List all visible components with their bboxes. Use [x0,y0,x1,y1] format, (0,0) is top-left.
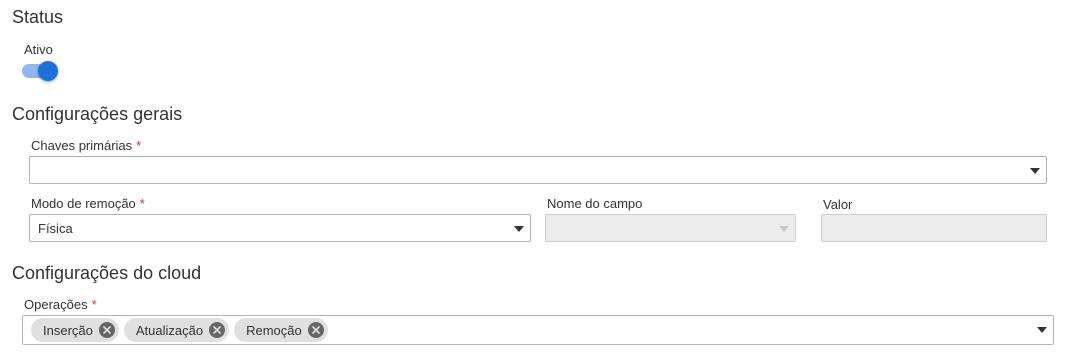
close-icon[interactable] [98,322,115,338]
required-marker: * [91,297,97,312]
chevron-down-icon [514,226,524,232]
chip-remocao: Remoção [234,318,328,342]
chip-insercao: Inserção [31,318,119,342]
chip-atualizacao: Atualização [123,318,230,342]
removal-mode-select[interactable]: Física [29,214,531,242]
operations-multiselect[interactable]: Inserção Atualização Remoção [22,315,1054,345]
chevron-down-icon [779,226,789,232]
required-marker: * [139,196,145,211]
required-marker: * [136,138,142,153]
cloud-section-title: Configurações do cloud [12,263,202,283]
active-toggle-label: Ativo [24,42,53,57]
primary-keys-select[interactable] [29,156,1047,184]
primary-keys-label: Chaves primárias * [31,138,142,153]
chip-label: Remoção [246,322,302,338]
field-name-select[interactable] [545,214,796,242]
operations-chip-list: Inserção Atualização Remoção [31,318,328,342]
toggle-thumb [38,61,58,81]
chip-label: Inserção [43,322,93,338]
removal-mode-value: Física [38,221,73,236]
value-label: Valor [823,197,853,212]
field-name-label: Nome do campo [547,196,643,211]
operations-label: Operações * [24,297,97,312]
value-input[interactable] [821,214,1047,242]
close-icon[interactable] [209,322,226,338]
general-section-title: Configurações gerais [12,104,183,124]
chip-label: Atualização [135,322,204,338]
removal-mode-label: Modo de remoção * [31,196,145,211]
status-section-title: Status [12,7,64,27]
chevron-down-icon [1037,327,1047,333]
close-icon[interactable] [307,322,324,338]
chevron-down-icon [1030,168,1040,174]
active-toggle[interactable] [22,60,62,82]
